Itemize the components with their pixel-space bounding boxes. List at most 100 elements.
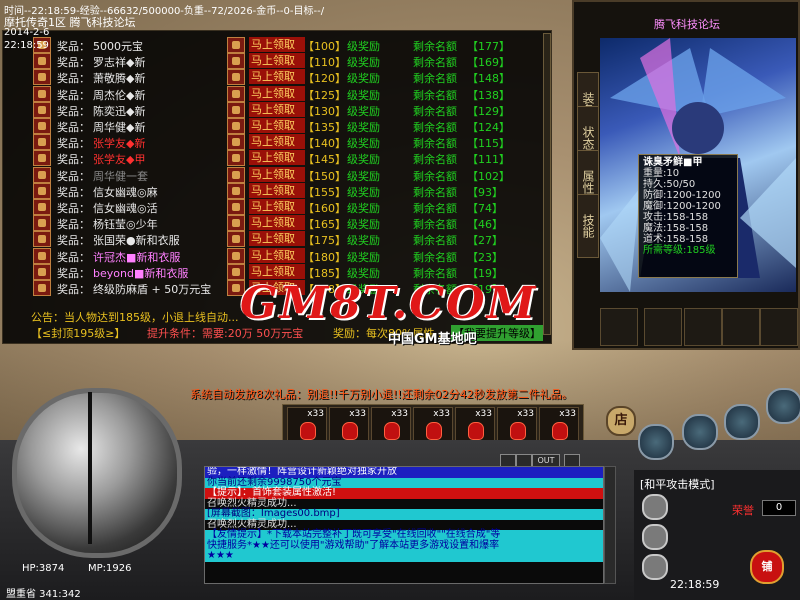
belt-slot[interactable]: x33 <box>539 407 579 443</box>
claim-button[interactable]: 马上领取 <box>249 134 305 150</box>
remaining-label: 剩余名额 <box>413 40 457 53</box>
chat-line: ★★★ <box>205 550 603 562</box>
item-magic-defense: 魔御:1200-1200 <box>643 201 721 212</box>
prize-icon <box>33 101 51 118</box>
reward-level: 【175】 <box>303 234 346 248</box>
prize-icon <box>33 69 51 86</box>
prize-name: 张国荣●新和衣服 <box>93 234 180 248</box>
remaining-label: 剩余名额 <box>413 153 457 167</box>
remaining-count: 【177】 <box>467 40 510 53</box>
claim-button[interactable]: 马上领取 <box>249 215 305 231</box>
remaining-label: 剩余名额 <box>413 185 457 199</box>
item-count: x33 <box>349 409 366 419</box>
claim-button[interactable]: 马上领取 <box>249 85 305 101</box>
item-required-level: 所需等级:185级 <box>643 245 716 256</box>
reward-row: 奖品： 陈奕迅◆新 马上领取 【130】 级奖励 剩余名额 【129】 <box>31 101 546 118</box>
chat-scrollbar[interactable] <box>604 466 616 584</box>
potion-icon <box>510 422 526 440</box>
reward-level: 【180】 <box>303 250 346 264</box>
prize-name: 信女幽魂◎活 <box>93 202 158 215</box>
remaining-label: 剩余名额 <box>413 218 457 232</box>
reward-row: 奖品： 萧敬腾◆新 马上领取 【120】 级奖励 剩余名额 【148】 <box>31 69 546 86</box>
potion-icon <box>300 422 316 440</box>
reward-box-icon <box>227 101 245 118</box>
remaining-count: 【93】 <box>467 185 503 199</box>
claim-button[interactable]: 马上领取 <box>249 263 305 279</box>
prize-label: 奖品： <box>57 185 90 199</box>
belt-slot[interactable]: x33 <box>287 407 327 443</box>
level-reward-label: 级奖励 <box>347 104 380 118</box>
claim-button[interactable]: 马上领取 <box>249 69 305 85</box>
reward-level: 【140】 <box>303 137 346 151</box>
reward-row: 奖品： 5000元宝 马上领取 【100】 级奖励 剩余名额 【177】 <box>31 37 546 53</box>
claim-button[interactable]: 马上领取 <box>249 101 305 117</box>
reward-level: 【165】 <box>303 218 346 232</box>
watermark-logo: GM8T.COM <box>240 278 538 329</box>
level-reward-label: 级奖励 <box>347 72 380 86</box>
reward-box-icon <box>227 199 245 215</box>
level-reward-label: 级奖励 <box>347 185 380 199</box>
claim-button[interactable]: 马上领取 <box>249 182 305 198</box>
equip-slot[interactable] <box>760 308 798 346</box>
belt-slot[interactable]: x33 <box>329 407 369 443</box>
top-clock: 22:18:59 <box>4 40 49 51</box>
level-reward-label: 级奖励 <box>347 137 380 151</box>
belt-slot[interactable]: x33 <box>455 407 495 443</box>
menu-icon-skills[interactable] <box>724 404 760 440</box>
prize-icon <box>33 215 51 232</box>
belt-slot[interactable]: x33 <box>497 407 537 443</box>
weight-icon <box>642 554 668 580</box>
claim-button[interactable]: 马上领取 <box>249 150 305 166</box>
remaining-count: 【23】 <box>467 250 503 264</box>
remaining-count: 【74】 <box>467 202 503 215</box>
claim-button[interactable]: 马上领取 <box>249 166 305 182</box>
reward-row: 奖品： 周杰伦◆新 马上领取 【125】 级奖励 剩余名额 【138】 <box>31 85 546 102</box>
shop-button[interactable]: 铺 <box>750 550 784 584</box>
equip-slot[interactable] <box>644 308 682 346</box>
remaining-count: 【124】 <box>467 121 510 134</box>
reward-scrollbar[interactable] <box>543 33 551 335</box>
claim-button[interactable]: 马上领取 <box>249 199 305 214</box>
item-tao: 道术:158-158 <box>643 234 709 245</box>
item-count: x33 <box>391 409 408 419</box>
belt-slot[interactable]: x33 <box>413 407 453 443</box>
menu-icon-bag[interactable] <box>682 414 718 450</box>
reward-row: 奖品： 张国荣●新和衣服 马上领取 【175】 级奖励 剩余名额 【27】 <box>31 231 546 248</box>
item-count: x33 <box>433 409 450 419</box>
prize-name: 罗志祥◆新 <box>93 56 146 70</box>
prize-name: 周杰伦◆新 <box>93 88 146 102</box>
reward-row: 奖品： 张学友◆新 马上领取 【140】 级奖励 剩余名额 【115】 <box>31 134 546 151</box>
prize-name: 周华健◆新 <box>93 121 146 134</box>
reward-box-icon <box>227 166 245 183</box>
belt-slot[interactable]: x33 <box>371 407 411 443</box>
prize-icon <box>33 280 51 296</box>
attack-mode[interactable]: [和平攻击模式] <box>640 476 715 492</box>
level-reward-label: 级奖励 <box>347 202 380 215</box>
prize-name: beyond■新和衣服 <box>93 266 189 280</box>
remaining-label: 剩余名额 <box>413 72 457 86</box>
reward-level: 【150】 <box>303 169 346 183</box>
prize-name: 周华健一套 <box>93 169 148 183</box>
store-button[interactable]: 店 <box>606 406 636 436</box>
item-tooltip: 诛臭矛鲜■甲 重量:10 持久:50/50 防御:1200-1200 魔御:12… <box>638 154 738 278</box>
chat-line: [屏幕截图：Images00.bmp] <box>205 508 603 520</box>
remaining-count: 【148】 <box>467 72 510 86</box>
equip-slot[interactable] <box>600 308 638 346</box>
prize-label: 奖品： <box>57 218 90 232</box>
menu-icon-sound[interactable] <box>766 388 800 424</box>
remaining-label: 剩余名额 <box>413 169 457 183</box>
claim-button[interactable]: 马上领取 <box>249 37 305 52</box>
menu-icon-character[interactable] <box>638 424 674 460</box>
claim-button[interactable]: 马上领取 <box>249 247 305 263</box>
claim-button[interactable]: 马上领取 <box>249 231 305 247</box>
equip-slot[interactable] <box>684 308 722 346</box>
level-reward-label: 级奖励 <box>347 56 380 70</box>
equip-slot[interactable] <box>722 308 760 346</box>
claim-button[interactable]: 马上领取 <box>249 118 305 133</box>
honor-label: 荣誉 <box>732 504 754 517</box>
reward-box-icon <box>227 247 245 264</box>
item-durability: 持久:50/50 <box>643 179 696 190</box>
watermark-subtitle: 中国GM基地吧 <box>388 332 477 347</box>
tab-skills[interactable]: 技能 <box>577 194 599 258</box>
claim-button[interactable]: 马上领取 <box>249 53 305 69</box>
